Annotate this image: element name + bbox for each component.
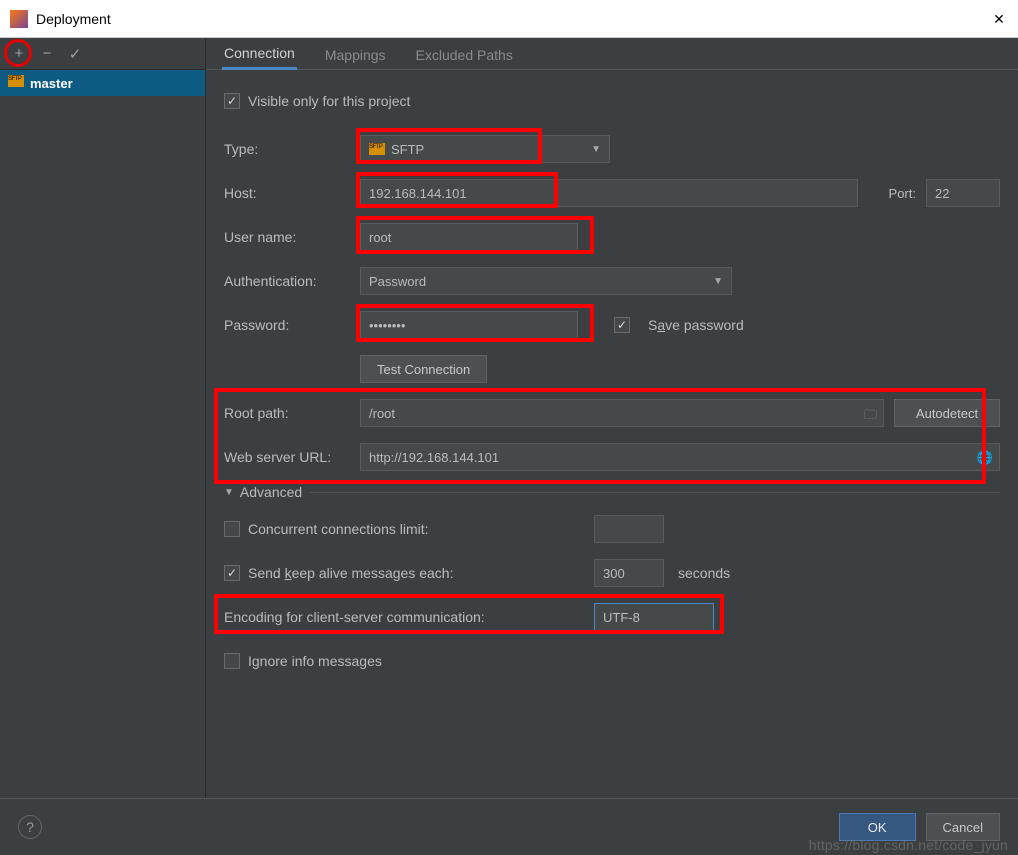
tab-connection[interactable]: Connection — [222, 39, 297, 70]
apply-icon[interactable]: ✓ — [66, 45, 84, 63]
test-connection-button[interactable]: Test Connection — [360, 355, 487, 383]
connection-form: Visible only for this project Type: SFTP… — [206, 70, 1018, 700]
help-button[interactable]: ? — [18, 815, 42, 839]
user-label: User name: — [224, 229, 360, 245]
right-pane: Connection Mappings Excluded Paths Visib… — [206, 38, 1018, 798]
save-password-checkbox[interactable] — [614, 317, 630, 333]
visible-only-checkbox[interactable] — [224, 93, 240, 109]
window-title: Deployment — [36, 11, 111, 27]
host-input[interactable]: 192.168.144.101 — [360, 179, 858, 207]
user-input[interactable]: root — [360, 223, 578, 251]
autodetect-label: Autodetect — [916, 406, 978, 421]
tab-excluded-paths[interactable]: Excluded Paths — [414, 41, 515, 69]
divider — [310, 492, 1000, 493]
keepalive-value: 300 — [603, 566, 625, 581]
port-input[interactable]: 22 — [926, 179, 1000, 207]
advanced-label: Advanced — [240, 484, 302, 500]
test-connection-label: Test Connection — [377, 362, 470, 377]
concurrent-label: Concurrent connections limit: — [248, 521, 498, 537]
sftp-icon — [8, 75, 24, 91]
window-close-button[interactable]: ✕ — [986, 6, 1012, 32]
app-icon — [10, 10, 28, 28]
window-titlebar: Deployment ✕ — [0, 0, 1018, 38]
host-value: 192.168.144.101 — [369, 186, 467, 201]
auth-select[interactable]: Password ▼ — [360, 267, 732, 295]
advanced-toggle[interactable]: ▼ Advanced — [224, 484, 1000, 500]
encoding-label: Encoding for client-server communication… — [224, 609, 570, 625]
seconds-label: seconds — [678, 565, 730, 581]
expand-icon: ▼ — [224, 487, 234, 498]
server-item-master[interactable]: master — [0, 70, 205, 96]
tab-mappings[interactable]: Mappings — [323, 41, 388, 69]
server-list-sidebar: + − ✓ master — [0, 38, 206, 798]
server-item-label: master — [30, 76, 73, 91]
keepalive-checkbox[interactable] — [224, 565, 240, 581]
save-password-label: Save password — [648, 317, 744, 333]
autodetect-button[interactable]: Autodetect — [894, 399, 1000, 427]
sftp-icon — [369, 143, 385, 155]
add-server-icon[interactable]: + — [10, 45, 28, 63]
root-path-value: /root — [369, 406, 395, 421]
chevron-down-icon: ▼ — [713, 276, 723, 287]
remove-server-icon[interactable]: − — [38, 45, 56, 63]
user-value: root — [369, 230, 391, 245]
web-url-label: Web server URL: — [224, 449, 360, 465]
auth-value: Password — [369, 274, 426, 289]
password-value: •••••••• — [369, 318, 405, 333]
password-label: Password: — [224, 317, 360, 333]
keepalive-label: Send keep alive messages each: — [248, 565, 498, 581]
sidebar-toolbar: + − ✓ — [0, 38, 205, 70]
keepalive-input[interactable]: 300 — [594, 559, 664, 587]
web-url-value: http://192.168.144.101 — [369, 450, 499, 465]
tab-bar: Connection Mappings Excluded Paths — [206, 38, 1018, 70]
chevron-down-icon: ▼ — [591, 144, 601, 155]
auth-label: Authentication: — [224, 273, 360, 289]
host-label: Host: — [224, 185, 360, 201]
type-value: SFTP — [391, 142, 424, 157]
ok-label: OK — [868, 820, 887, 835]
globe-icon[interactable]: 🌐 — [977, 450, 993, 466]
root-path-input[interactable]: /root 🗀 — [360, 399, 884, 427]
port-value: 22 — [935, 186, 949, 201]
folder-icon[interactable]: 🗀 — [864, 406, 877, 428]
encoding-input[interactable]: UTF-8 — [594, 603, 714, 631]
visible-only-label: Visible only for this project — [248, 93, 410, 109]
password-input[interactable]: •••••••• — [360, 311, 578, 339]
ignore-info-checkbox[interactable] — [224, 653, 240, 669]
ignore-info-label: Ignore info messages — [248, 653, 382, 669]
web-url-input[interactable]: http://192.168.144.101 🌐 — [360, 443, 1000, 471]
concurrent-input[interactable] — [594, 515, 664, 543]
concurrent-checkbox[interactable] — [224, 521, 240, 537]
encoding-value: UTF-8 — [603, 610, 640, 625]
watermark-text: https://blog.csdn.net/code_jyun — [809, 837, 1008, 853]
root-path-label: Root path: — [224, 405, 360, 421]
cancel-label: Cancel — [943, 820, 983, 835]
type-label: Type: — [224, 141, 360, 157]
type-select[interactable]: SFTP ▼ — [360, 135, 610, 163]
port-label: Port: — [868, 186, 916, 201]
